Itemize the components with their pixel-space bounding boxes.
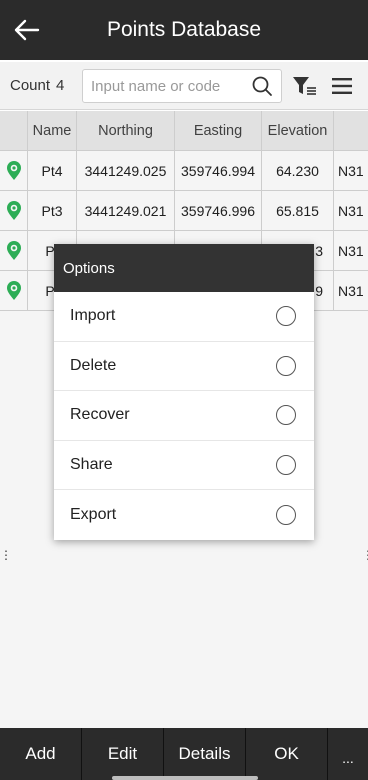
radio-button[interactable] — [276, 405, 296, 426]
search-icon[interactable] — [251, 75, 273, 97]
arrow-left-icon — [14, 19, 40, 41]
options-dialog: Options Import Delete Recover Share Expo… — [54, 244, 314, 540]
search-box — [82, 69, 282, 103]
option-export[interactable]: Export — [54, 490, 314, 540]
radio-button[interactable] — [276, 504, 296, 525]
bottom-action-bar: Add Edit Details OK ... — [0, 728, 368, 780]
count-value: 4 — [56, 77, 65, 94]
radio-button[interactable] — [276, 306, 296, 327]
option-label: Share — [70, 455, 113, 473]
dialog-title: Options — [54, 244, 314, 292]
filter-icon[interactable] — [292, 76, 318, 96]
add-button[interactable]: Add — [0, 728, 82, 780]
scroll-handle-left[interactable]: ⋮ — [0, 548, 12, 562]
app-header: Points Database — [0, 0, 368, 60]
ok-button[interactable]: OK — [246, 728, 328, 780]
option-label: Import — [70, 307, 116, 325]
page-title: Points Database — [106, 18, 262, 41]
option-share[interactable]: Share — [54, 441, 314, 490]
search-input[interactable] — [91, 77, 247, 95]
option-import[interactable]: Import — [54, 292, 314, 342]
edit-button[interactable]: Edit — [82, 728, 164, 780]
option-label: Delete — [70, 356, 117, 374]
option-recover[interactable]: Recover — [54, 391, 314, 441]
more-button[interactable]: ... — [328, 728, 368, 780]
radio-button[interactable] — [276, 355, 296, 376]
count-label: Count — [10, 77, 51, 94]
option-label: Recover — [70, 406, 130, 424]
option-delete[interactable]: Delete — [54, 342, 314, 391]
hamburger-menu-icon[interactable] — [331, 77, 353, 95]
scroll-handle-right[interactable]: ⋮ — [362, 548, 368, 562]
option-label: Export — [70, 505, 117, 523]
details-button[interactable]: Details — [164, 728, 246, 780]
back-button[interactable] — [8, 12, 44, 48]
radio-button[interactable] — [276, 454, 296, 475]
home-indicator — [112, 776, 258, 780]
